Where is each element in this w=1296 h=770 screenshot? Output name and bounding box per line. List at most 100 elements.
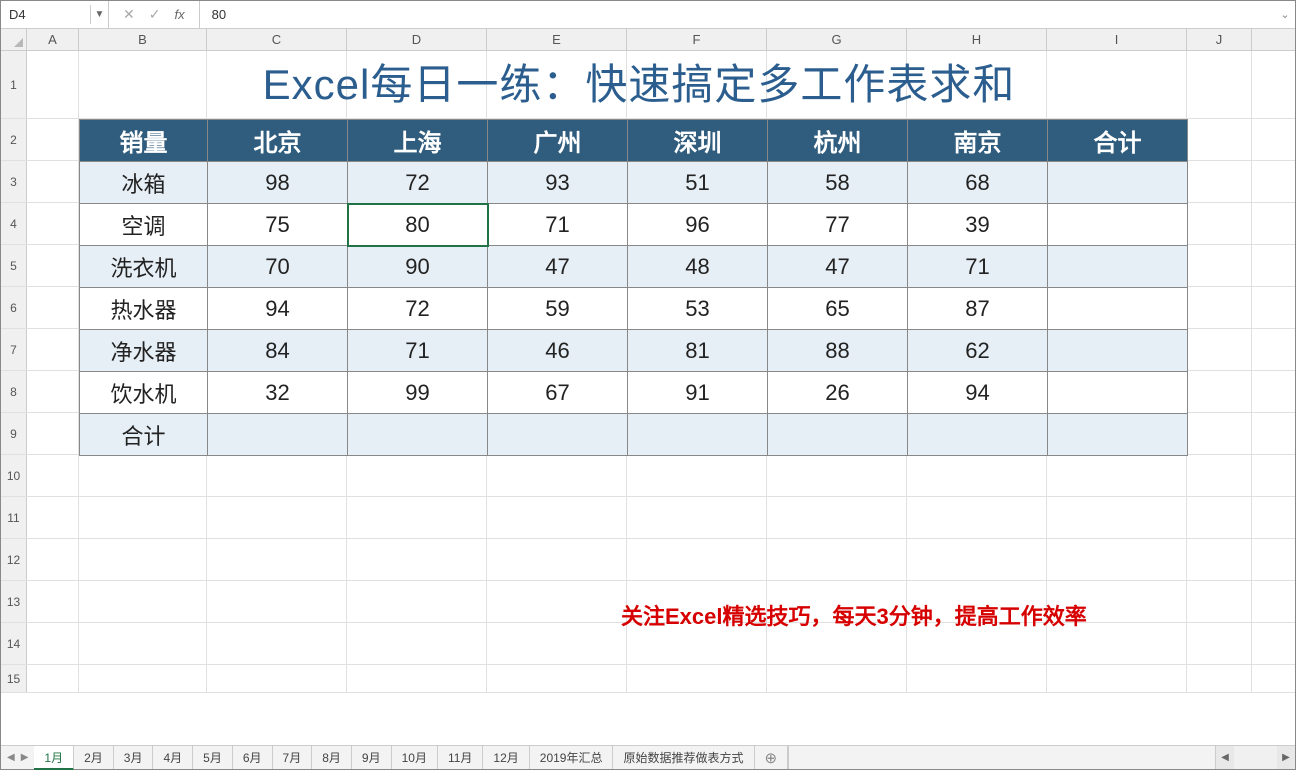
data-cell[interactable]: 70 — [208, 246, 348, 288]
row-header[interactable]: 8 — [1, 371, 27, 412]
row-header[interactable]: 7 — [1, 329, 27, 370]
table-header-cell[interactable]: 广州 — [488, 120, 628, 162]
cell[interactable] — [27, 413, 79, 454]
row-header[interactable]: 15 — [1, 665, 27, 692]
col-header[interactable]: H — [907, 29, 1047, 50]
data-cell[interactable]: 75 — [208, 204, 348, 246]
cell[interactable] — [27, 161, 79, 202]
col-header[interactable]: I — [1047, 29, 1187, 50]
col-header[interactable]: B — [79, 29, 207, 50]
scroll-left-icon[interactable]: ◀ — [1216, 746, 1234, 769]
sheet-tab[interactable]: 原始数据推荐做表方式 — [613, 746, 754, 769]
data-cell[interactable]: 98 — [208, 162, 348, 204]
confirm-icon[interactable]: ✓ — [149, 6, 161, 23]
data-cell[interactable]: 53 — [628, 288, 768, 330]
name-box[interactable]: D4 — [1, 5, 91, 24]
data-cell[interactable]: 26 — [768, 372, 908, 414]
cell[interactable] — [347, 623, 487, 664]
data-cell[interactable]: 93 — [488, 162, 628, 204]
cell[interactable] — [767, 455, 907, 496]
data-cell[interactable]: 32 — [208, 372, 348, 414]
data-cell[interactable]: 48 — [628, 246, 768, 288]
data-cell[interactable] — [1048, 162, 1188, 204]
data-cell[interactable]: 87 — [908, 288, 1048, 330]
row-header[interactable]: 5 — [1, 245, 27, 286]
sheet-tab[interactable]: 1月 — [34, 746, 74, 770]
data-cell[interactable]: 72 — [348, 162, 488, 204]
formula-bar-expand[interactable]: ⌄ — [1275, 8, 1295, 21]
tab-last-icon[interactable]: ▶ — [21, 752, 29, 763]
data-cell[interactable]: 68 — [908, 162, 1048, 204]
cell[interactable] — [487, 665, 627, 692]
data-cell[interactable]: 72 — [348, 288, 488, 330]
sheet-tab[interactable]: 2019年汇总 — [530, 746, 614, 769]
table-header-cell[interactable]: 北京 — [208, 120, 348, 162]
data-cell[interactable] — [1048, 288, 1188, 330]
data-cell[interactable] — [1048, 204, 1188, 246]
cell[interactable] — [207, 497, 347, 538]
col-header[interactable]: C — [207, 29, 347, 50]
table-header-cell[interactable]: 合计 — [1048, 120, 1188, 162]
data-cell[interactable] — [1048, 246, 1188, 288]
data-cell[interactable] — [488, 414, 628, 456]
cell[interactable] — [1047, 665, 1187, 692]
data-cell[interactable] — [1048, 372, 1188, 414]
cell[interactable] — [347, 455, 487, 496]
data-cell[interactable]: 39 — [908, 204, 1048, 246]
cell[interactable] — [767, 497, 907, 538]
sheet-tab[interactable]: 12月 — [483, 746, 529, 769]
cell[interactable] — [1187, 581, 1252, 622]
cancel-icon[interactable]: ✕ — [123, 6, 135, 23]
data-cell[interactable]: 59 — [488, 288, 628, 330]
data-cell[interactable] — [208, 414, 348, 456]
data-cell[interactable]: 81 — [628, 330, 768, 372]
data-cell[interactable]: 71 — [348, 330, 488, 372]
col-header[interactable]: G — [767, 29, 907, 50]
cell[interactable] — [27, 51, 79, 118]
cell[interactable] — [1187, 371, 1252, 412]
cell[interactable] — [27, 623, 79, 664]
table-header-cell[interactable]: 销量 — [80, 120, 208, 162]
data-cell[interactable]: 47 — [768, 246, 908, 288]
cell[interactable] — [27, 539, 79, 580]
sheet-tab[interactable]: 5月 — [193, 746, 233, 769]
cell[interactable] — [1187, 497, 1252, 538]
table-header-cell[interactable]: 上海 — [348, 120, 488, 162]
data-cell[interactable]: 90 — [348, 246, 488, 288]
horizontal-scrollbar[interactable]: ◀ ▶ — [1215, 746, 1295, 769]
row-label-cell[interactable]: 空调 — [80, 204, 208, 246]
cell[interactable] — [487, 623, 627, 664]
row-label-cell[interactable]: 净水器 — [80, 330, 208, 372]
cell[interactable] — [1047, 539, 1187, 580]
cell[interactable] — [1187, 665, 1252, 692]
row-label-cell[interactable]: 冰箱 — [80, 162, 208, 204]
data-cell[interactable] — [628, 414, 768, 456]
data-cell[interactable]: 94 — [208, 288, 348, 330]
data-cell[interactable] — [908, 414, 1048, 456]
cell[interactable] — [1187, 413, 1252, 454]
cell[interactable] — [487, 497, 627, 538]
cell[interactable] — [1187, 119, 1252, 160]
cell[interactable] — [1187, 455, 1252, 496]
row-label-cell[interactable]: 合计 — [80, 414, 208, 456]
data-cell[interactable]: 46 — [488, 330, 628, 372]
data-cell[interactable] — [768, 414, 908, 456]
cell[interactable] — [627, 539, 767, 580]
data-cell[interactable]: 71 — [908, 246, 1048, 288]
cell[interactable] — [907, 539, 1047, 580]
cell[interactable] — [907, 455, 1047, 496]
sheet-tab[interactable]: 10月 — [392, 746, 438, 769]
sheet-tab[interactable]: 3月 — [114, 746, 154, 769]
row-header[interactable]: 3 — [1, 161, 27, 202]
cell[interactable] — [79, 581, 207, 622]
cell[interactable] — [207, 455, 347, 496]
cell[interactable] — [1187, 245, 1252, 286]
cell[interactable] — [207, 581, 347, 622]
table-header-cell[interactable]: 南京 — [908, 120, 1048, 162]
fx-icon[interactable]: fx — [174, 7, 184, 22]
cell[interactable] — [347, 665, 487, 692]
sheet-tab[interactable]: 9月 — [352, 746, 392, 769]
cell[interactable] — [27, 455, 79, 496]
sheet-tab[interactable]: 8月 — [312, 746, 352, 769]
data-cell[interactable]: 96 — [628, 204, 768, 246]
